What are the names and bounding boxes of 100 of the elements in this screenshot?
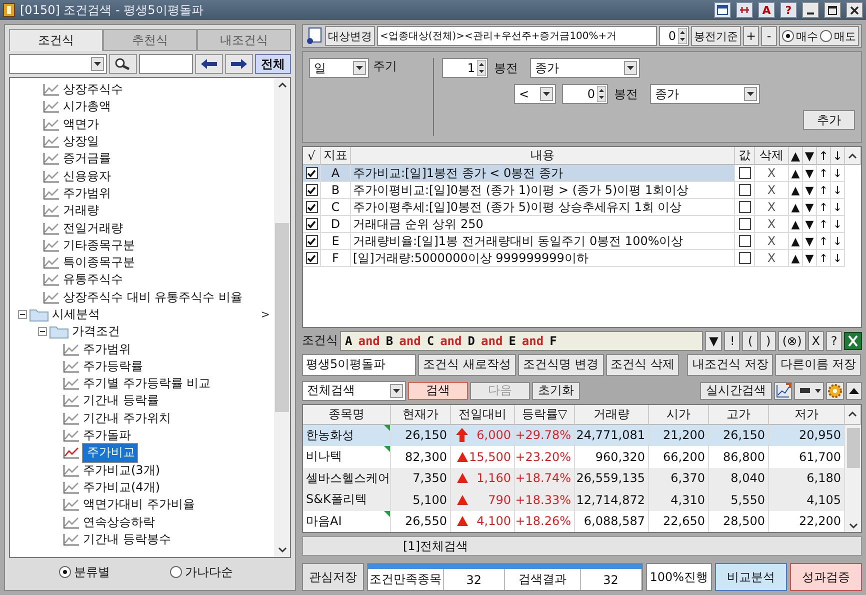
spinner-icon[interactable] (597, 86, 606, 102)
tab[interactable]: 조건식 (9, 29, 103, 51)
move-button[interactable]: ↑ (817, 216, 831, 233)
move-button[interactable]: ▼ (803, 250, 817, 267)
tab[interactable]: 추천식 (103, 29, 197, 51)
tree-item[interactable]: 주가등락률 (82, 358, 144, 375)
move-button[interactable]: ↑ (817, 199, 831, 216)
price-select[interactable]: 종가 (650, 84, 760, 104)
formula-button[interactable]: X (808, 330, 824, 350)
scope-select[interactable]: 전체검색 (302, 380, 406, 400)
all-button[interactable]: 전체 (255, 54, 291, 74)
scroll-up-icon[interactable] (278, 82, 286, 88)
formula-button[interactable]: ▼ (705, 330, 722, 350)
table-cell[interactable]: 거래량비율:[일]1봉 전거래량대비 동일주기 0봉전 100%이상 (351, 233, 735, 250)
change-target-button[interactable]: 대상변경 (325, 26, 375, 46)
next-button[interactable] (225, 54, 253, 74)
save-watchlist-button[interactable]: 관심저장 (302, 563, 364, 591)
move-button[interactable]: ▲ (789, 250, 803, 267)
formula-button[interactable]: ( (742, 330, 758, 350)
checkbox[interactable] (306, 201, 318, 213)
chart-export-icon[interactable] (774, 382, 792, 400)
tree-item[interactable]: 전일거래량 (62, 220, 124, 237)
checkbox[interactable] (306, 252, 318, 264)
spinner-icon[interactable] (678, 28, 687, 44)
search-bar-button[interactable]: 검색 (408, 382, 468, 400)
table-cell[interactable]: 주가이평비교:[일]0봉전 (종가 1)이평 > (종가 5)이평 1회이상 (351, 182, 735, 199)
tree-item[interactable]: 증거금률 (62, 150, 112, 168)
formula-button[interactable]: (⊗) (778, 330, 806, 350)
tree-item[interactable]: 주가범위 (82, 340, 132, 358)
action-button[interactable]: 조건식 삭제 (606, 354, 680, 376)
table-cell[interactable]: 주가이평추세:[일]0봉전 (종가 5)이평 상승추세유지 1회 이상 (351, 199, 735, 216)
settings-icon[interactable] (826, 382, 844, 400)
tree-item[interactable]: 시가총액 (62, 98, 112, 116)
checkbox[interactable] (738, 235, 750, 247)
stock-name-cell[interactable]: 한농화성 (303, 424, 391, 446)
radio-button[interactable] (782, 30, 794, 42)
stock-name-cell[interactable]: S&K폴리텍 (303, 489, 391, 510)
column-header[interactable]: 거래량 (575, 404, 649, 424)
move-button[interactable]: ↓ (831, 199, 845, 216)
column-header[interactable]: 종목명 (303, 404, 391, 424)
column-header[interactable]: 고가 (709, 404, 769, 424)
move-button[interactable]: ▼ (803, 216, 817, 233)
tree-item[interactable]: 상장주식수 (62, 81, 124, 98)
minimize-icon[interactable] (802, 2, 819, 18)
tree-item[interactable]: 신용융자 (62, 168, 112, 185)
move-button[interactable]: ▲ (789, 182, 803, 199)
move-button[interactable]: ▼ (803, 199, 817, 216)
tree-item[interactable]: 연속상승하락 (82, 514, 156, 531)
move-button[interactable]: ▼ (803, 165, 817, 182)
action-button[interactable]: 조건식명 변경 (518, 354, 604, 376)
tree-item[interactable]: 주가비교 (82, 442, 138, 463)
document-icon[interactable] (305, 27, 323, 45)
checkbox[interactable] (306, 235, 318, 247)
stock-name-cell[interactable]: 마음AI (303, 510, 391, 532)
radio-button[interactable] (170, 566, 182, 578)
spreadsheet-icon[interactable] (844, 332, 862, 350)
tool-button[interactable]: ? (780, 2, 797, 18)
compare-button[interactable]: 비교분석 (715, 563, 787, 591)
plus-button[interactable]: + (743, 26, 759, 46)
move-button[interactable]: ↑ (817, 165, 831, 182)
action-button[interactable]: 다른이름 저장 (775, 354, 862, 376)
move-button[interactable]: ▲ (789, 199, 803, 216)
tree-item[interactable]: 주가비교(3개) (82, 462, 161, 479)
tree-item[interactable]: 액면가 (62, 116, 100, 133)
column-header[interactable]: 시가 (649, 404, 709, 424)
tree-item[interactable]: 거래량 (62, 202, 100, 220)
move-button[interactable]: ↓ (831, 216, 845, 233)
move-button[interactable]: ↓ (831, 233, 845, 250)
move-button[interactable]: ↓ (831, 182, 845, 199)
scroll-up-icon[interactable] (848, 152, 857, 158)
move-button[interactable]: ▲ (789, 165, 803, 182)
column-header[interactable]: 저가 (769, 404, 845, 424)
formula-button[interactable]: ) (760, 330, 776, 350)
collapse-icon[interactable] (18, 310, 27, 319)
move-button[interactable]: ↓ (831, 165, 845, 182)
move-button[interactable]: ▲ (789, 233, 803, 250)
maximize-icon[interactable] (824, 2, 841, 18)
move-button[interactable]: ▼ (803, 182, 817, 199)
verify-button[interactable]: 성과검증 (790, 563, 862, 591)
delete-button[interactable]: X (755, 199, 789, 216)
column-header[interactable]: 현재가 (391, 404, 451, 424)
checkbox[interactable] (738, 184, 750, 196)
checkbox[interactable] (306, 218, 318, 230)
tool-button[interactable]: A (758, 2, 775, 18)
move-button[interactable]: ▼ (803, 233, 817, 250)
tree-item[interactable]: 주기별 주가등락률 비교 (82, 375, 212, 392)
radio-button[interactable] (59, 566, 71, 578)
target-field[interactable]: <업종대상(전체)><관리+우선주+증거금100%+거 (377, 26, 657, 46)
view-menu-icon[interactable] (794, 382, 824, 400)
move-button[interactable]: ↑ (817, 182, 831, 199)
window-tool-icon[interactable] (714, 2, 731, 18)
tree-item[interactable]: 기간내 주가위치 (82, 410, 172, 427)
checkbox[interactable] (306, 167, 318, 179)
tree-folder[interactable]: 시세분석 (51, 306, 101, 323)
delete-button[interactable]: X (755, 165, 789, 182)
table-cell[interactable]: 거래대금 순위 상위 250 (351, 216, 735, 233)
move-button[interactable]: ↓ (831, 250, 845, 267)
search-field[interactable] (138, 54, 194, 74)
formula-button[interactable]: ! (724, 330, 740, 350)
tree-item[interactable]: 상장주식수 대비 유통주식수 비율 (62, 288, 244, 306)
